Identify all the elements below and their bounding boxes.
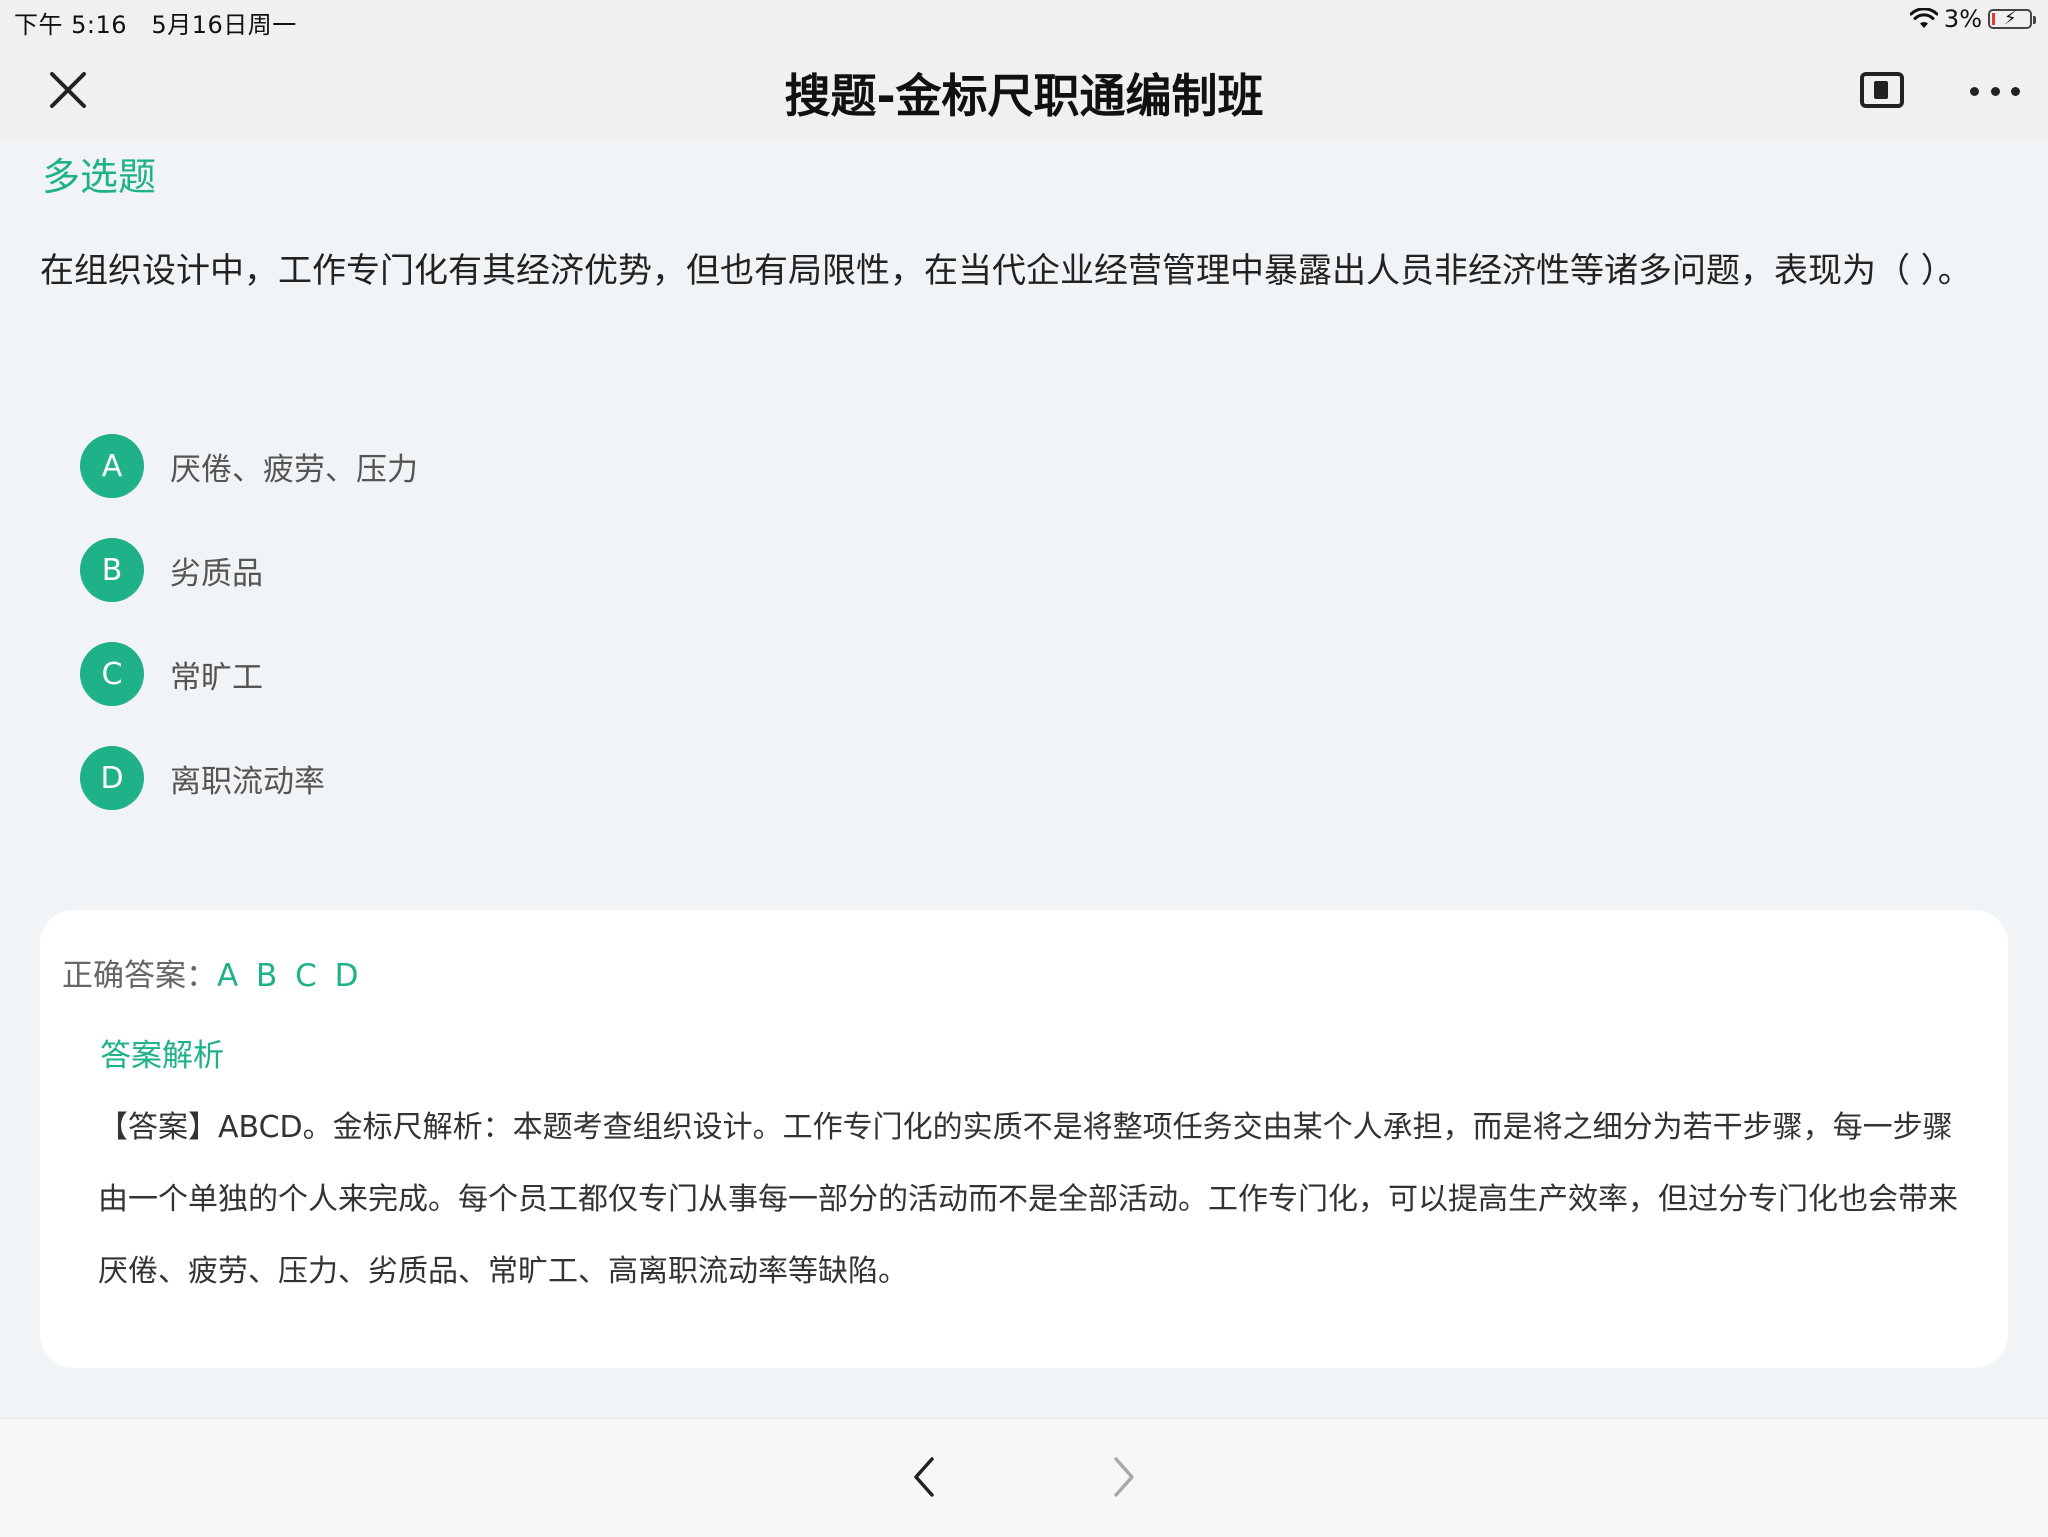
correct-answer-value: A B C D	[217, 958, 363, 994]
analysis-body: 【答案】ABCD。金标尺解析：本题考查组织设计。工作专门化的实质不是将整项任务交…	[98, 1110, 1958, 1289]
battery-icon: ⚡	[1988, 8, 2036, 29]
option-d-text: 离职流动率	[170, 763, 325, 800]
option-c-text: 常旷工	[170, 659, 263, 696]
option-c[interactable]: C 常旷工	[80, 642, 418, 706]
option-d-badge: D	[80, 746, 144, 810]
option-c-badge: C	[80, 642, 144, 706]
page-title: 搜题-金标尺职通编制班	[784, 69, 1264, 123]
status-time: 下午 5:16 5月16日周一	[14, 5, 297, 40]
bottom-nav-bar	[0, 1418, 2048, 1537]
option-a[interactable]: A 厌倦、疲劳、压力	[80, 434, 418, 498]
more-icon[interactable]	[1970, 76, 2020, 106]
analysis-title: 答案解析	[100, 1038, 224, 1074]
status-right: 3% ⚡	[1909, 5, 2036, 33]
correct-answer-label: 正确答案：	[62, 958, 217, 994]
nav-bar: 搜题-金标尺职通编制班	[0, 38, 2048, 140]
option-a-badge: A	[80, 434, 144, 498]
status-bar: 下午 5:16 5月16日周一 3% ⚡	[0, 0, 2048, 40]
status-time-text: 下午 5:16	[14, 11, 128, 39]
option-b[interactable]: B 劣质品	[80, 538, 418, 602]
option-b-badge: B	[80, 538, 144, 602]
option-d[interactable]: D 离职流动率	[80, 746, 418, 810]
option-list: A 厌倦、疲劳、压力 B 劣质品 C 常旷工 D 离职流动率	[80, 434, 418, 850]
chevron-left-icon[interactable]	[900, 1449, 948, 1505]
status-date-text: 5月16日周一	[151, 11, 297, 39]
split-view-icon[interactable]	[1860, 72, 1904, 108]
question-type-label: 多选题	[42, 155, 157, 199]
correct-answer: 正确答案：A B C D	[62, 950, 363, 995]
chevron-right-icon[interactable]	[1100, 1449, 1148, 1505]
battery-percent: 3%	[1943, 5, 1982, 33]
answer-card: 正确答案：A B C D 答案解析 【答案】ABCD。金标尺解析：本题考查组织设…	[40, 910, 2008, 1368]
wifi-icon	[1909, 8, 1938, 28]
question-stem: 在组织设计中，工作专门化有其经济优势，但也有局限性，在当代企业经营管理中暴露出人…	[40, 251, 1972, 291]
option-b-text: 劣质品	[170, 555, 263, 592]
option-a-text: 厌倦、疲劳、压力	[170, 451, 418, 488]
